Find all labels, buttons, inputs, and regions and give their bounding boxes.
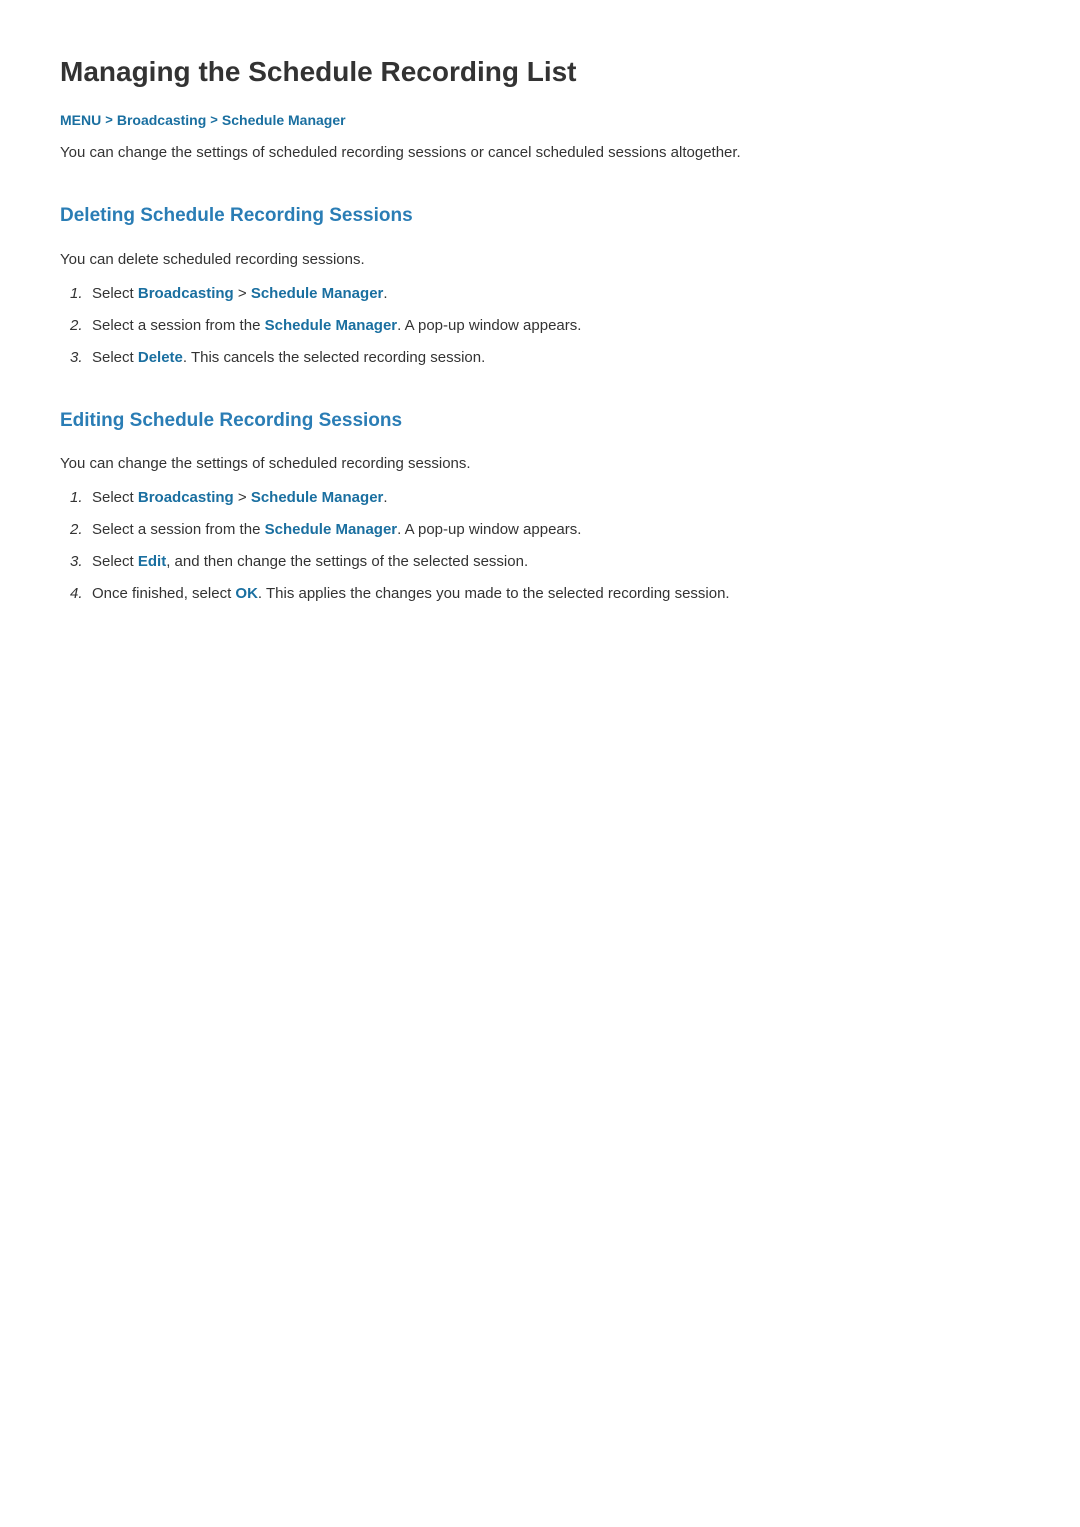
edit-step-1-text: Select Broadcasting > Schedule Manager. bbox=[92, 486, 1020, 510]
section-edit-title: Editing Schedule Recording Sessions bbox=[60, 406, 1020, 440]
delete-step3-delete-link[interactable]: Delete bbox=[138, 349, 183, 366]
step-number-2: 2. bbox=[60, 314, 92, 338]
delete-steps-list: 1. Select Broadcasting > Schedule Manage… bbox=[60, 282, 1020, 370]
section-delete-title: Deleting Schedule Recording Sessions bbox=[60, 201, 1020, 235]
breadcrumb-menu[interactable]: MENU bbox=[60, 109, 101, 131]
edit-step-4: 4. Once finished, select OK. This applie… bbox=[60, 582, 1020, 606]
breadcrumb-separator-2: > bbox=[210, 110, 218, 131]
edit-step-3: 3. Select Edit, and then change the sett… bbox=[60, 550, 1020, 574]
step-number-1: 1. bbox=[60, 282, 92, 306]
page-intro: You can change the settings of scheduled… bbox=[60, 141, 1020, 165]
section-delete-intro: You can delete scheduled recording sessi… bbox=[60, 248, 1020, 272]
edit-step-3-text: Select Edit, and then change the setting… bbox=[92, 550, 1020, 574]
edit-step-2: 2. Select a session from the Schedule Ma… bbox=[60, 518, 1020, 542]
delete-step-2-text: Select a session from the Schedule Manag… bbox=[92, 314, 1020, 338]
delete-step-2: 2. Select a session from the Schedule Ma… bbox=[60, 314, 1020, 338]
delete-step-1-text: Select Broadcasting > Schedule Manager. bbox=[92, 282, 1020, 306]
delete-step-1: 1. Select Broadcasting > Schedule Manage… bbox=[60, 282, 1020, 306]
breadcrumb: MENU > Broadcasting > Schedule Manager bbox=[60, 109, 1020, 131]
section-edit-intro: You can change the settings of scheduled… bbox=[60, 452, 1020, 476]
edit-step3-edit-link[interactable]: Edit bbox=[138, 553, 166, 570]
delete-step2-schedule-manager-link[interactable]: Schedule Manager bbox=[265, 317, 398, 334]
edit-step-number-3: 3. bbox=[60, 550, 92, 574]
edit-step-2-text: Select a session from the Schedule Manag… bbox=[92, 518, 1020, 542]
delete-step1-broadcasting-link[interactable]: Broadcasting bbox=[138, 285, 234, 302]
edit-step-1: 1. Select Broadcasting > Schedule Manage… bbox=[60, 486, 1020, 510]
edit-step-number-4: 4. bbox=[60, 582, 92, 606]
section-deleting: Deleting Schedule Recording Sessions You… bbox=[60, 201, 1020, 369]
breadcrumb-schedule-manager[interactable]: Schedule Manager bbox=[222, 109, 346, 131]
breadcrumb-separator-1: > bbox=[105, 110, 113, 131]
edit-step-4-text: Once finished, select OK. This applies t… bbox=[92, 582, 1020, 606]
edit-step-number-2: 2. bbox=[60, 518, 92, 542]
breadcrumb-broadcasting[interactable]: Broadcasting bbox=[117, 109, 206, 131]
edit-steps-list: 1. Select Broadcasting > Schedule Manage… bbox=[60, 486, 1020, 606]
delete-step1-schedule-manager-link[interactable]: Schedule Manager bbox=[251, 285, 384, 302]
delete-step-3-text: Select Delete. This cancels the selected… bbox=[92, 346, 1020, 370]
edit-step-number-1: 1. bbox=[60, 486, 92, 510]
edit-step2-schedule-manager-link[interactable]: Schedule Manager bbox=[265, 521, 398, 538]
section-editing: Editing Schedule Recording Sessions You … bbox=[60, 406, 1020, 606]
edit-step1-broadcasting-link[interactable]: Broadcasting bbox=[138, 489, 234, 506]
edit-step1-schedule-manager-link[interactable]: Schedule Manager bbox=[251, 489, 384, 506]
delete-step-3: 3. Select Delete. This cancels the selec… bbox=[60, 346, 1020, 370]
page-title: Managing the Schedule Recording List bbox=[60, 50, 1020, 95]
edit-step4-ok-link[interactable]: OK bbox=[235, 585, 258, 602]
step-number-3: 3. bbox=[60, 346, 92, 370]
